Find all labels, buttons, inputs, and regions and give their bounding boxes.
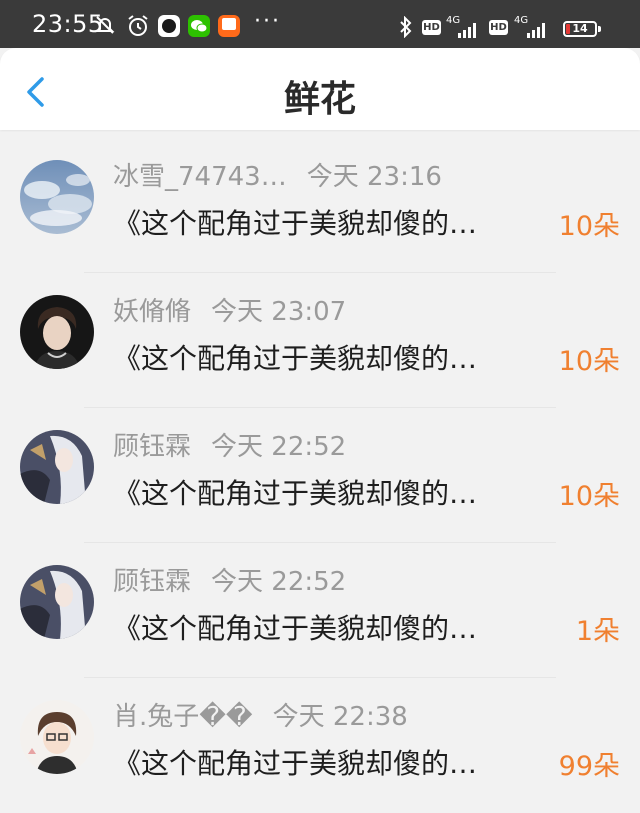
timestamp: 今天 22:38 — [272, 702, 408, 732]
wechat-icon — [188, 15, 210, 37]
list-item[interactable]: 妖脩脩 今天 23:07 《这个配角过于美貌却傻的… 10朵 — [0, 273, 640, 408]
username: 肖.兔子�� — [113, 702, 253, 732]
book-title: 《这个配角过于美貌却傻的… — [113, 747, 478, 780]
list-item[interactable]: 冰雪_74743… 今天 23:16 《这个配角过于美貌却傻的… 10朵 — [0, 138, 640, 273]
signal-icon — [458, 22, 480, 38]
book-title: 《这个配角过于美貌却傻的… — [113, 207, 478, 240]
avatar[interactable] — [20, 430, 94, 504]
app-icon — [158, 15, 180, 37]
flower-count: 1朵 — [575, 616, 620, 647]
signal-icon — [527, 22, 549, 38]
book-title: 《这个配角过于美貌却傻的… — [113, 477, 478, 510]
book-title: 《这个配角过于美貌却傻的… — [113, 612, 478, 645]
username: 妖脩脩 — [113, 297, 192, 327]
list-item[interactable]: 顾钰霖 今天 22:52 《这个配角过于美貌却傻的… 10朵 — [0, 408, 640, 543]
network-type: 4G — [514, 15, 529, 26]
timestamp: 今天 22:52 — [211, 432, 347, 462]
hd-badge: HD — [489, 20, 508, 35]
book-title: 《这个配角过于美貌却傻的… — [113, 342, 478, 375]
username: 顾钰霖 — [113, 567, 192, 597]
hd-badge: HD — [422, 20, 441, 35]
flower-count: 10朵 — [558, 346, 620, 377]
avatar[interactable] — [20, 160, 94, 234]
flower-list: 冰雪_74743… 今天 23:16 《这个配角过于美貌却傻的… 10朵 妖脩脩今… — [0, 138, 640, 813]
flower-count: 99朵 — [558, 751, 620, 782]
row-meta: 顾钰霖 今天 22:52 — [113, 426, 346, 463]
timestamp: 今天 23:07 — [211, 297, 347, 327]
row-meta: 冰雪_74743… 今天 23:16 — [113, 156, 442, 193]
alarm-off-icon — [95, 16, 115, 34]
timestamp: 今天 23:16 — [306, 162, 442, 192]
status-time: 23:55 — [32, 10, 104, 38]
avatar[interactable] — [20, 295, 94, 369]
bluetooth-icon — [400, 16, 412, 38]
calendar-app-icon — [218, 15, 240, 37]
battery-icon: 14 — [563, 21, 597, 37]
battery-cap — [598, 26, 601, 32]
battery-level: 14 — [572, 22, 588, 35]
avatar[interactable] — [20, 565, 94, 639]
list-item[interactable]: 肖.兔子�� 今天 22:38 《这个配角过于美貌却傻的… 99朵 — [0, 678, 640, 813]
avatar[interactable] — [20, 700, 94, 774]
row-meta: 妖脩脩 今天 23:07 — [113, 291, 346, 328]
page-title: 鲜花 — [283, 79, 356, 120]
flower-count: 10朵 — [558, 481, 620, 512]
username: 顾钰霖 — [113, 432, 192, 462]
row-meta: 顾钰霖 今天 22:52 — [113, 561, 346, 598]
flower-count: 10朵 — [558, 211, 620, 242]
alarm-clock-icon — [128, 15, 148, 36]
username: 冰雪_74743… — [113, 162, 287, 192]
list-item[interactable]: 顾钰霖 今天 22:52 《这个配角过于美貌却傻的… 1朵 — [0, 543, 640, 678]
more-notifications: ··· — [254, 9, 281, 34]
status-bar: 23:55 ··· HD 4G HD 4G 14 — [0, 0, 640, 48]
timestamp: 今天 22:52 — [211, 567, 347, 597]
row-meta: 肖.兔子�� 今天 22:38 — [113, 696, 408, 733]
nav-bar: 鲜花 — [0, 48, 640, 130]
